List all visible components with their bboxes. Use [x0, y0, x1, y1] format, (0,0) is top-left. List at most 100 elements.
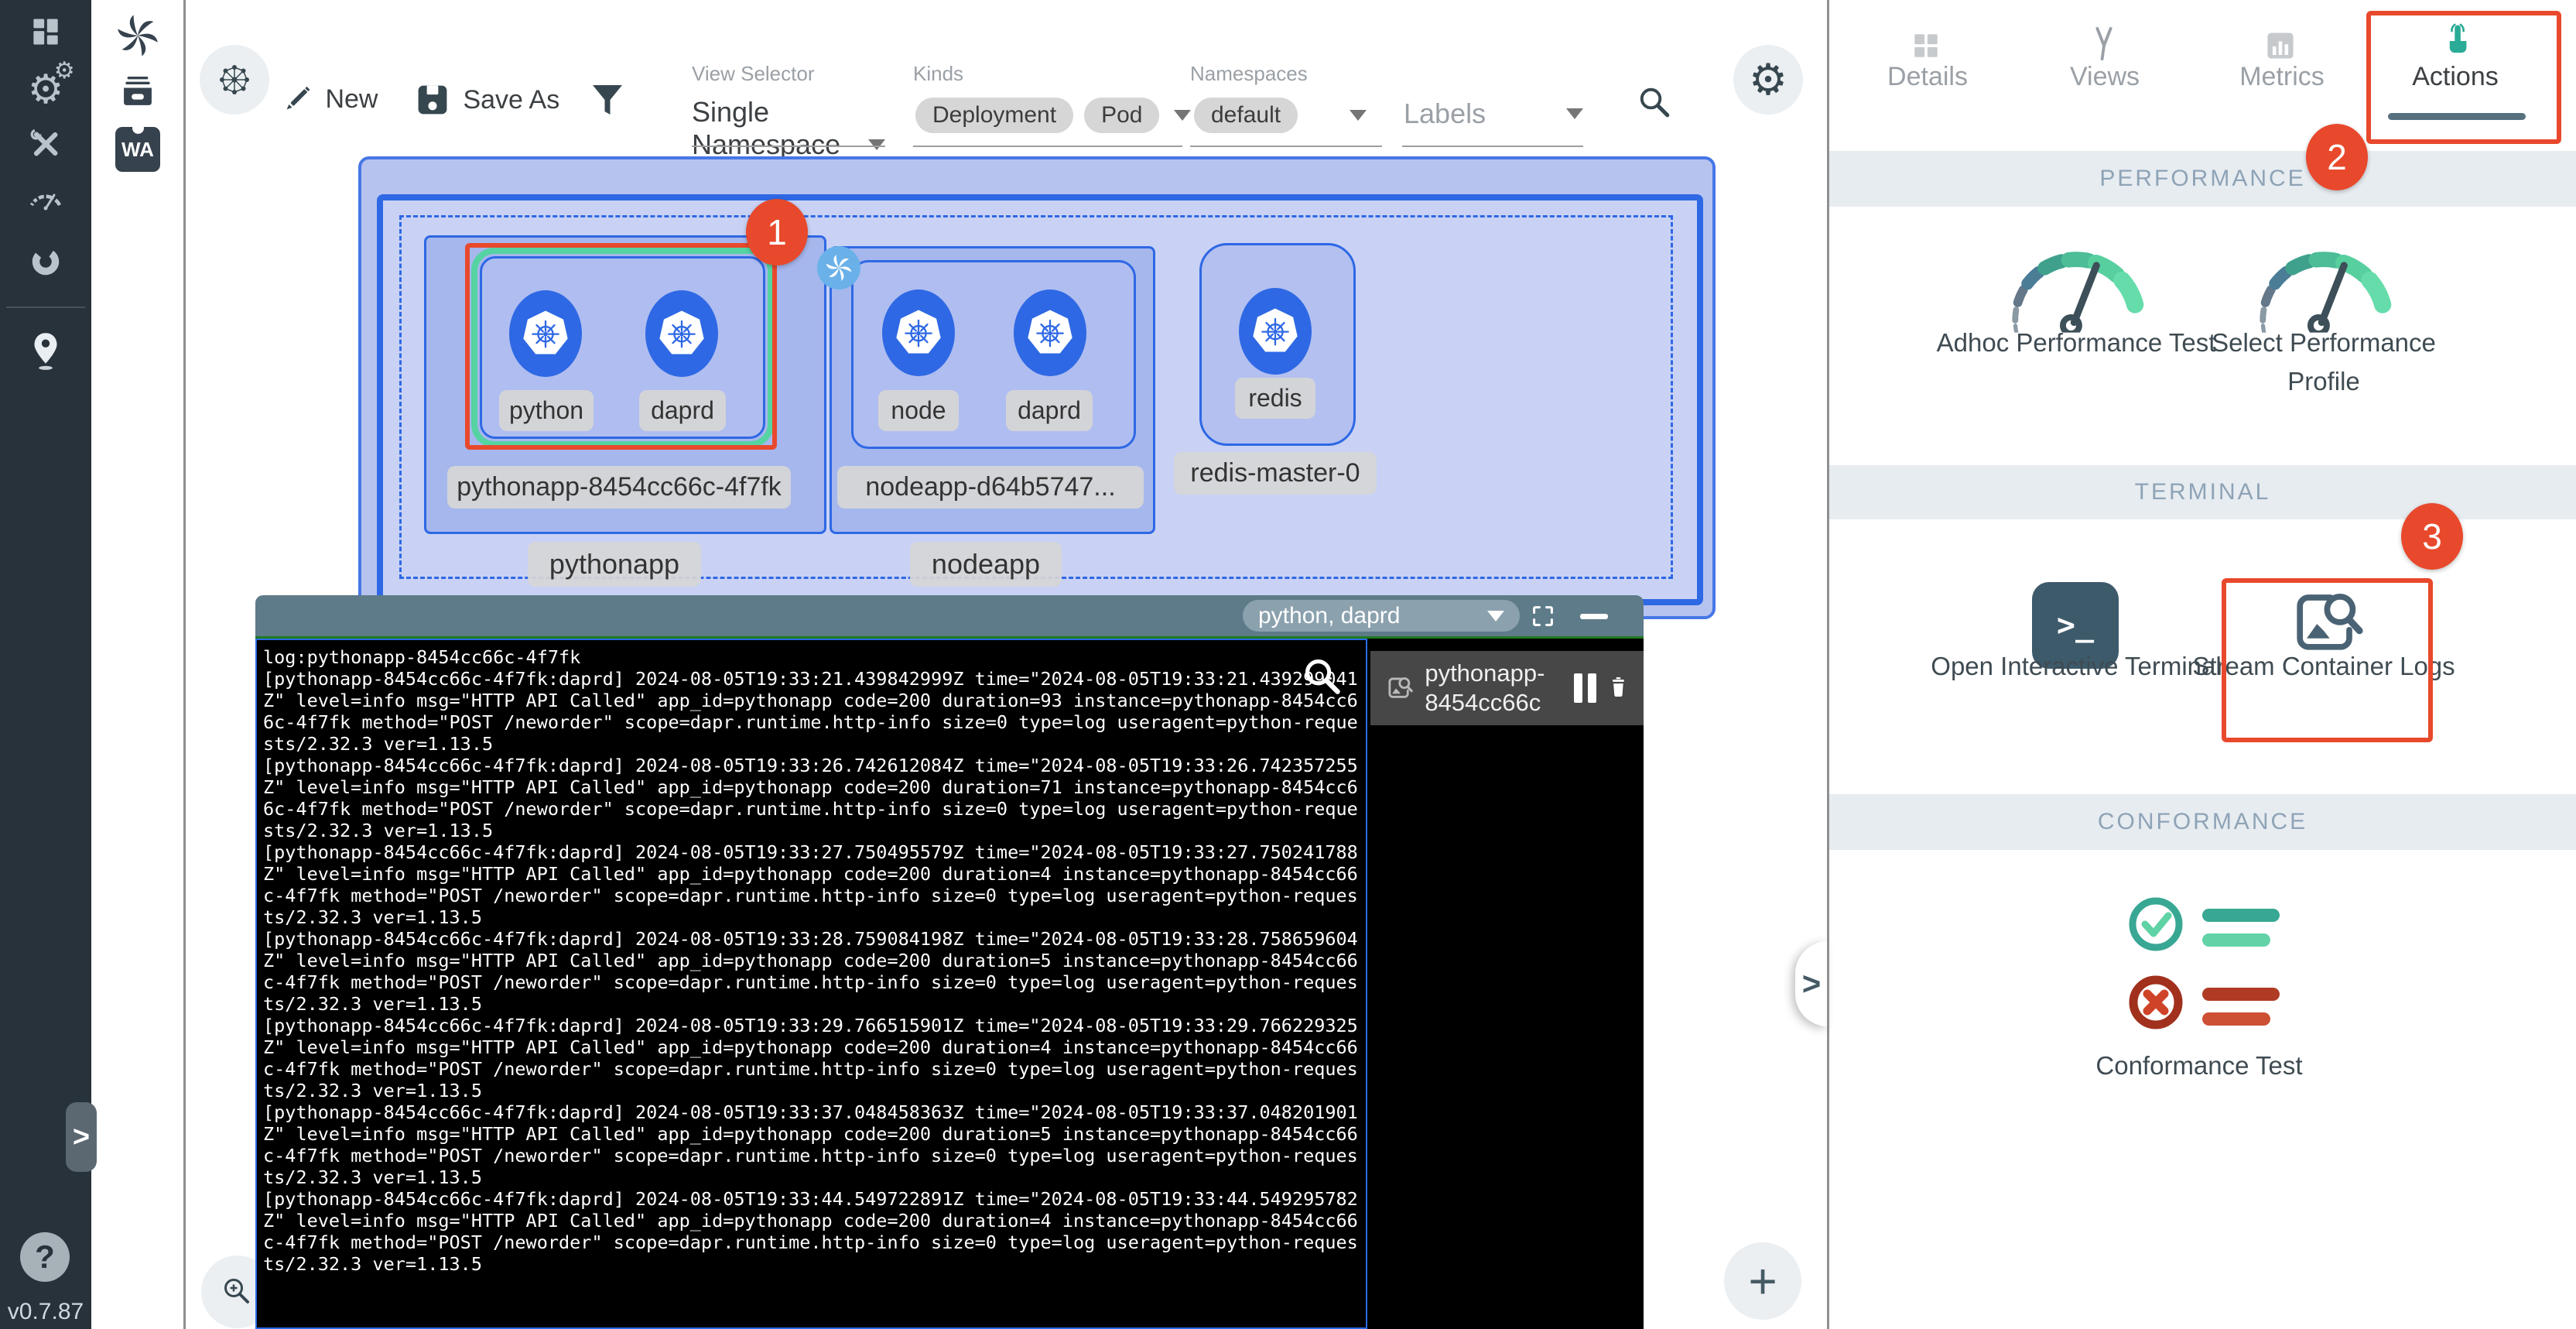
panel-expand-handle[interactable]: >	[1795, 941, 1828, 1026]
terminal-body: log:pythonapp-8454cc66c-4f7fk [pythonapp…	[255, 636, 1644, 1329]
pod-label: redis-master-0	[1174, 452, 1377, 495]
deployment-label: nodeapp	[910, 542, 1062, 587]
section-conformance: CONFORMANCE	[1829, 794, 2576, 850]
save-as-button[interactable]: Save As	[415, 82, 559, 118]
section-performance: PERFORMANCE	[1829, 151, 2576, 207]
container-label: node	[878, 390, 959, 431]
inbox-icon[interactable]	[116, 70, 159, 117]
help-button[interactable]: ?	[20, 1232, 70, 1282]
dashboard-icon[interactable]	[0, 14, 91, 50]
conformance-test-label[interactable]: Conformance Test	[2052, 1046, 2346, 1085]
adhoc-performance-test-button[interactable]	[1995, 231, 2157, 337]
container-redis[interactable]	[1239, 288, 1312, 375]
graph-view-button[interactable]	[200, 45, 269, 115]
log-line: log:pythonapp-8454cc66c-4f7fk	[263, 646, 1360, 668]
search-button[interactable]	[1633, 80, 1676, 128]
tab-metrics-label[interactable]: Metrics	[2216, 62, 2348, 92]
sidebar-divider	[6, 307, 85, 308]
kind-chip[interactable]: Pod	[1084, 98, 1159, 133]
chevron-down-icon	[1350, 110, 1367, 121]
add-button[interactable]: +	[1724, 1242, 1801, 1320]
container-selector-dropdown[interactable]: python, daprd	[1243, 600, 1520, 632]
view-selector-value: Single Namespace	[692, 96, 840, 160]
conformance-fail-icon[interactable]	[2126, 973, 2185, 1036]
kind-chip[interactable]: Deployment	[915, 98, 1073, 133]
labels-placeholder: Labels	[1404, 98, 1486, 129]
tools-icon[interactable]	[0, 125, 91, 163]
select-performance-profile-button[interactable]	[2242, 231, 2405, 337]
container-selector-value: python, daprd	[1258, 603, 1400, 629]
new-label: New	[325, 84, 378, 114]
log-terminal-window: python, daprd log:pythonapp-8454cc66c-4f…	[255, 595, 1644, 1329]
namespaces-select[interactable]: default	[1194, 98, 1367, 133]
container-label: daprd	[1006, 390, 1093, 431]
log-search-icon[interactable]	[1298, 653, 1348, 702]
annotation-step-2: 2	[2306, 124, 2368, 190]
tab-views-label[interactable]: Views	[2039, 62, 2171, 92]
delete-stream-button[interactable]	[1604, 672, 1633, 704]
conformance-test-button[interactable]	[2126, 895, 2185, 957]
conformance-line	[2202, 933, 2270, 947]
details-grid-icon	[1908, 28, 1944, 63]
deployment-label: pythonapp	[528, 542, 701, 587]
container-node[interactable]	[882, 289, 955, 376]
kinds-label: Kinds	[913, 62, 963, 86]
dapr-badge-icon	[817, 246, 860, 289]
search-icon	[1633, 80, 1676, 124]
chevron-right-icon: >	[73, 1121, 90, 1154]
x-circle-icon	[2126, 973, 2185, 1032]
gears-icon[interactable]: ⚙⚙	[0, 67, 91, 113]
chevron-down-icon	[1174, 110, 1191, 121]
kubernetes-icon	[1025, 308, 1075, 358]
kubernetes-icon	[1250, 307, 1300, 356]
labels-filter-input[interactable]: Labels	[1404, 98, 1583, 130]
conformance-line	[2202, 988, 2280, 1001]
namespaces-label: Namespaces	[1190, 62, 1308, 86]
filter-button[interactable]	[588, 80, 627, 123]
conformance-line	[2202, 909, 2280, 922]
check-circle-icon	[2126, 895, 2185, 954]
annotation-step-3: 3	[2401, 503, 2463, 570]
annotation-rect-2	[2366, 11, 2561, 144]
tab-views[interactable]	[2085, 25, 2123, 66]
app-window: ⚙⚙	[0, 0, 2576, 1329]
gear-icon: ⚙	[1749, 54, 1787, 105]
view-selector-dropdown[interactable]: Single Namespace	[692, 96, 885, 161]
select-performance-profile-label[interactable]: Select Performance Profile	[2177, 324, 2471, 401]
log-line: [pythonapp-8454cc66c-4f7fk:daprd] 2024-0…	[263, 668, 1360, 755]
terminal-header[interactable]: python, daprd	[255, 595, 1644, 636]
log-line: [pythonapp-8454cc66c-4f7fk:daprd] 2024-0…	[263, 1188, 1360, 1275]
namespace-chip[interactable]: default	[1194, 98, 1298, 133]
log-line: [pythonapp-8454cc66c-4f7fk:daprd] 2024-0…	[263, 928, 1360, 1015]
version-label: v0.7.87	[0, 1299, 91, 1325]
log-line: [pythonapp-8454cc66c-4f7fk:daprd] 2024-0…	[263, 755, 1360, 841]
minimize-icon[interactable]	[1580, 614, 1608, 619]
pod-label: pythonapp-8454cc66c-4f7fk	[447, 466, 791, 509]
pause-stream-button[interactable]	[1574, 673, 1596, 703]
log-stream-tab[interactable]: pythonapp-8454cc66c	[1370, 651, 1644, 725]
performance-gauge-icon	[2242, 231, 2405, 333]
kinds-select[interactable]: Deployment Pod	[915, 98, 1191, 133]
fullscreen-icon[interactable]	[1528, 601, 1558, 631]
log-stream-panel[interactable]: log:pythonapp-8454cc66c-4f7fk [pythonapp…	[255, 639, 1367, 1329]
gauge-icon[interactable]	[0, 178, 91, 212]
sidebar-expand-handle[interactable]: >	[66, 1102, 97, 1172]
container-daprd-node[interactable]	[1014, 289, 1086, 376]
log-stream-tab-label: pythonapp-8454cc66c	[1425, 659, 1574, 718]
tab-details-label[interactable]: Details	[1862, 62, 1993, 92]
donut-chart-icon[interactable]	[0, 241, 91, 280]
annotation-rect-1	[465, 243, 777, 450]
save-as-label: Save As	[463, 85, 559, 115]
log-line: [pythonapp-8454cc66c-4f7fk:daprd] 2024-0…	[263, 1015, 1360, 1101]
settings-button[interactable]: ⚙	[1733, 45, 1803, 115]
pause-icon	[1588, 673, 1596, 703]
zoom-in-icon	[218, 1272, 257, 1311]
wa-badge-notch	[132, 122, 144, 134]
new-button[interactable]: New	[280, 82, 378, 116]
help-glyph: ?	[35, 1238, 55, 1276]
labels-underline	[1402, 146, 1583, 147]
annotation-step-1: 1	[746, 199, 808, 265]
view-selector-label: View Selector	[692, 62, 815, 86]
dapr-logo-icon[interactable]	[115, 12, 161, 63]
location-pin-icon[interactable]	[0, 328, 91, 372]
